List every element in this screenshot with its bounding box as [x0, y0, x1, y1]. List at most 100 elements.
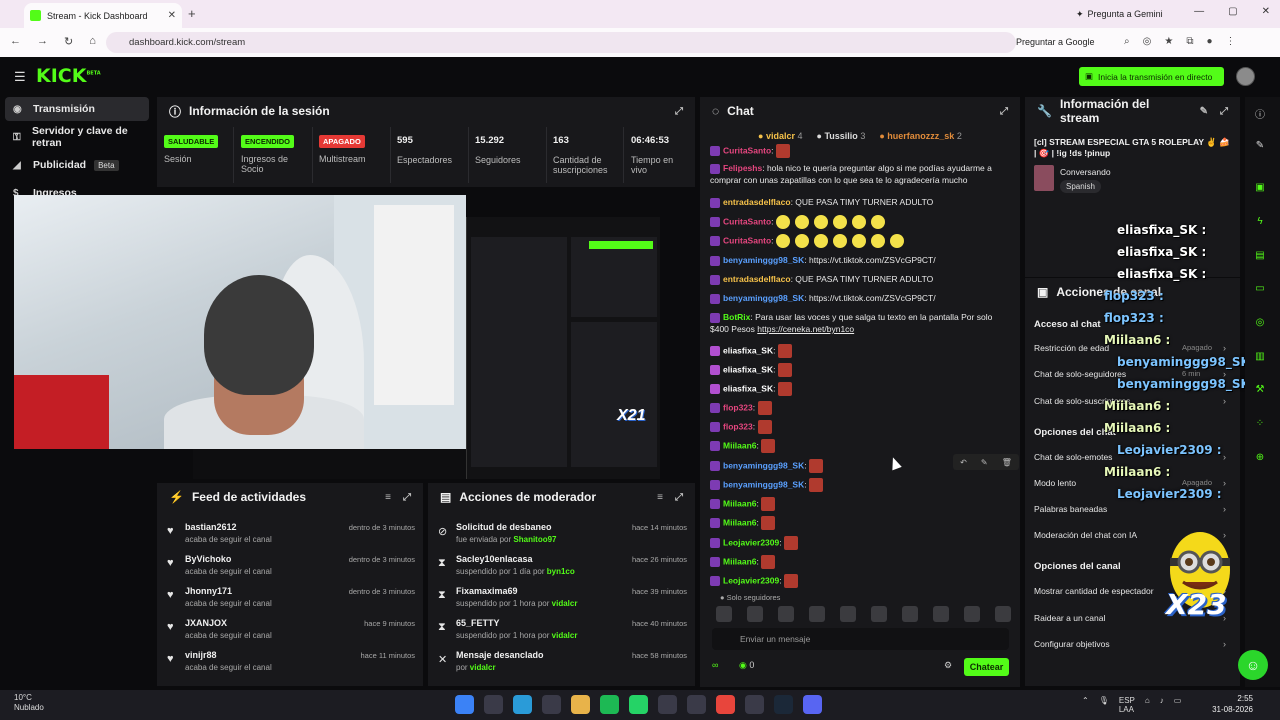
- avatar[interactable]: [1236, 67, 1255, 86]
- emote-9[interactable]: [964, 606, 980, 622]
- extensions-icon[interactable]: ⧉: [1186, 36, 1193, 47]
- chat-message[interactable]: Miilaan6:: [710, 516, 1010, 530]
- search-icon[interactable]: [484, 695, 503, 714]
- whatsapp-icon[interactable]: [629, 695, 648, 714]
- chevron-right-icon[interactable]: ›: [1223, 504, 1226, 514]
- chat-message[interactable]: Miilaan6:: [710, 439, 1010, 453]
- channel-option[interactable]: Palabras baneadas: [1034, 504, 1107, 514]
- emote-7[interactable]: [902, 606, 918, 622]
- weather-widget[interactable]: 10°C Nublado: [14, 693, 44, 713]
- info-icon[interactable]: ⓘ: [1252, 106, 1268, 122]
- chevron-right-icon[interactable]: ›: [1223, 452, 1226, 462]
- chat-username[interactable]: entradasdelflaco: [723, 274, 791, 284]
- menu-icon[interactable]: ⋮: [1226, 36, 1236, 47]
- channel-option[interactable]: Configurar objetivos: [1034, 639, 1110, 649]
- emote-10[interactable]: [995, 606, 1011, 622]
- target-icon[interactable]: ◎: [1252, 317, 1268, 333]
- chat-input[interactable]: Enviar un mensaje: [712, 628, 1009, 650]
- chevron-right-icon[interactable]: ›: [1223, 639, 1226, 649]
- minimize-icon[interactable]: —: [1194, 6, 1204, 17]
- chat-username[interactable]: Miilaan6: [723, 517, 757, 527]
- chat-message[interactable]: Felipeshs: hola nico te quería preguntar…: [710, 162, 1010, 186]
- chat-message[interactable]: eliasfixa_SK:: [710, 363, 1010, 377]
- chat-message[interactable]: eliasfixa_SK:: [710, 344, 1010, 358]
- clock[interactable]: 2:55 31-08-2026: [1208, 693, 1253, 715]
- close-window-icon[interactable]: ✕: [1262, 6, 1270, 17]
- follower-name[interactable]: vinijr88: [185, 650, 217, 660]
- battery-icon[interactable]: ▭: [1174, 696, 1182, 714]
- channel-option[interactable]: Modo lento: [1034, 478, 1076, 488]
- chat-username[interactable]: CuritaSanto: [723, 216, 771, 226]
- forward-icon[interactable]: →: [37, 35, 48, 48]
- list-item[interactable]: ♥ bastian2612 acaba de seguir el canal dent…: [157, 522, 423, 552]
- emote-2[interactable]: [747, 606, 763, 622]
- help-button[interactable]: ☺: [1238, 650, 1268, 680]
- chat-message[interactable]: benyaminggg98_SK:: [710, 478, 1010, 492]
- chat-message[interactable]: BotRix: Para usar las voces y que salga …: [710, 311, 1010, 335]
- obs-icon[interactable]: [745, 695, 764, 714]
- expand-icon[interactable]: ⤢: [1220, 106, 1228, 117]
- list-item[interactable]: ⧗ Sacley10enlacasa suspendido por 1 día po…: [428, 554, 695, 584]
- chat-username[interactable]: benyaminggg98_SK: [723, 460, 804, 470]
- chat-message[interactable]: Leojavier2309:: [710, 574, 1010, 588]
- dots-icon[interactable]: ⁘: [1252, 418, 1268, 434]
- edit-icon[interactable]: ✎: [1252, 140, 1268, 156]
- chat-username[interactable]: flop323: [723, 402, 753, 412]
- chat-username[interactable]: Leojavier2309: [723, 537, 779, 547]
- emote-1[interactable]: [716, 606, 732, 622]
- list-item[interactable]: ♥ JXANJOX acaba de seguir el canal hace 9 m…: [157, 618, 423, 648]
- gifter-1[interactable]: ● vidalcr 4: [758, 131, 803, 141]
- list-item[interactable]: ⧗ Fixamaxima69 suspendido por 1 hora por v…: [428, 586, 695, 616]
- go-live-button[interactable]: ▣ Inicia la transmisión en directo: [1079, 67, 1224, 86]
- chat-message[interactable]: CuritaSanto:: [710, 144, 1010, 158]
- chat-username[interactable]: eliasfixa_SK: [723, 345, 773, 355]
- follower-name[interactable]: JXANJOX: [185, 618, 227, 628]
- emote-3[interactable]: [778, 606, 794, 622]
- maximize-icon[interactable]: ▢: [1228, 6, 1237, 17]
- chat-username[interactable]: entradasdelflaco: [723, 197, 791, 207]
- reply-icon[interactable]: ↶: [960, 458, 967, 467]
- chevron-right-icon[interactable]: ›: [1223, 478, 1226, 488]
- discord-icon[interactable]: [803, 695, 822, 714]
- store-icon[interactable]: [542, 695, 561, 714]
- chat-username[interactable]: eliasfixa_SK: [723, 383, 773, 393]
- chat-username[interactable]: Leojavier2309: [723, 575, 779, 585]
- wrench-icon[interactable]: ⚒: [1252, 384, 1268, 400]
- delete-icon[interactable]: 🗑: [1002, 458, 1012, 467]
- follower-name[interactable]: bastian2612: [185, 522, 237, 532]
- capture-icon[interactable]: [687, 695, 706, 714]
- channel-option[interactable]: Chat de solo-emotes: [1034, 452, 1112, 462]
- send-chat-button[interactable]: Chatear: [964, 658, 1009, 676]
- filter-icon[interactable]: ≡: [385, 492, 391, 503]
- chat-message[interactable]: CuritaSanto:: [710, 215, 1010, 229]
- emote-4[interactable]: [809, 606, 825, 622]
- steam-icon[interactable]: [774, 695, 793, 714]
- close-tab-icon[interactable]: ✕: [168, 10, 176, 21]
- kick-logo[interactable]: KICKBETA: [36, 65, 101, 87]
- moderator-name[interactable]: Shanitoo97: [513, 535, 556, 544]
- chat-message[interactable]: Miilaan6:: [710, 497, 1010, 511]
- list-icon[interactable]: ▤: [1252, 250, 1268, 266]
- reload-icon[interactable]: ↻: [64, 35, 73, 48]
- chevron-right-icon[interactable]: ›: [1223, 343, 1226, 353]
- chat-username[interactable]: benyaminggg98_SK: [723, 479, 804, 489]
- chrome-icon[interactable]: [716, 695, 735, 714]
- expand-icon[interactable]: ⤢: [675, 106, 683, 117]
- chat-message[interactable]: flop323:: [710, 420, 1010, 434]
- chat-username[interactable]: CuritaSanto: [723, 145, 771, 155]
- xbox-icon[interactable]: [658, 695, 677, 714]
- expand-icon[interactable]: ⤢: [675, 492, 683, 503]
- chat-message[interactable]: entradasdelflaco: QUE PASA TIMY TURNER A…: [710, 273, 1010, 285]
- chevron-right-icon[interactable]: ›: [1223, 396, 1226, 406]
- chat-username[interactable]: Felipeshs: [723, 163, 762, 173]
- list-item[interactable]: ⊘ Solicitud de desbaneo fue enviada por Sh…: [428, 522, 695, 552]
- new-tab-button[interactable]: +: [188, 6, 196, 21]
- profile-icon[interactable]: ●: [1206, 36, 1212, 47]
- settings-icon[interactable]: ⚙: [944, 660, 952, 671]
- start-icon[interactable]: [455, 695, 474, 714]
- volume-icon[interactable]: ♪: [1160, 696, 1164, 714]
- url-field[interactable]: dashboard.kick.com/stream: [106, 32, 1016, 53]
- chat-username[interactable]: Miilaan6: [723, 498, 757, 508]
- sidebar-item-server-key[interactable]: ⚿ Servidor y clave de retran: [5, 125, 149, 149]
- channel-option[interactable]: Restricción de edad: [1034, 343, 1109, 353]
